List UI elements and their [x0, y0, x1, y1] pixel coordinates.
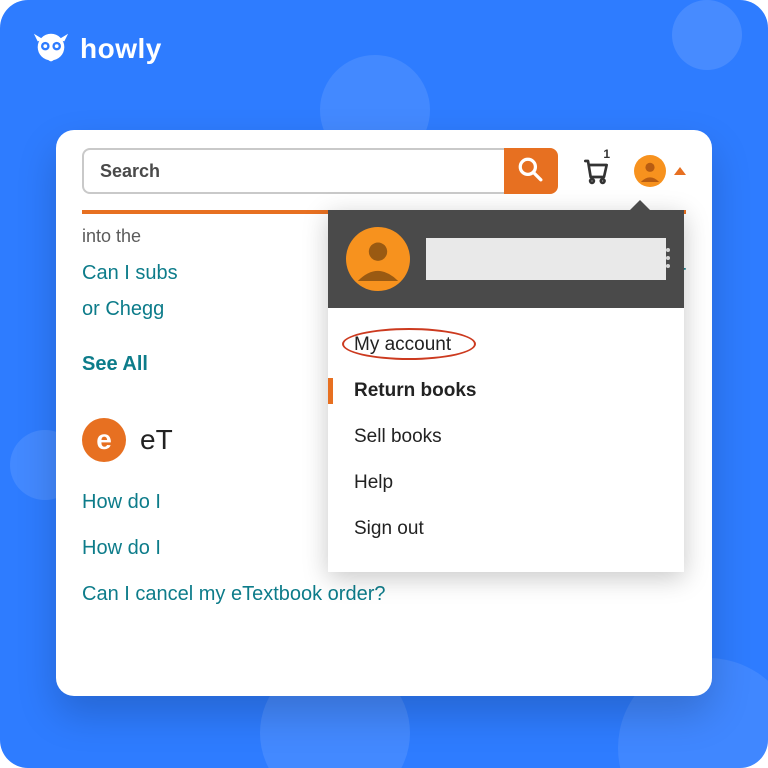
screenshot-card: 1 into the Can I subs lver or Chegg [56, 130, 712, 696]
avatar-icon [634, 155, 666, 187]
menu-item-label: Sell books [354, 426, 442, 447]
menu-item-label: Help [354, 472, 393, 493]
search-button[interactable] [504, 148, 558, 194]
menu-item-sell-books[interactable]: Sell books [328, 414, 684, 460]
menu-item-label: My account [354, 334, 451, 355]
menu-item-return-books[interactable]: Return books [328, 368, 684, 414]
menu-item-sign-out[interactable]: Sign out [328, 506, 684, 552]
etext-badge-icon: e [82, 418, 126, 462]
decor-circle [672, 0, 742, 70]
cart-count: 1 [603, 147, 610, 161]
faq-link[interactable]: Can I cancel my eTextbook order? [82, 576, 686, 612]
faq-link[interactable]: or Chegg [82, 298, 164, 320]
etext-label: eT [140, 424, 173, 456]
search-input[interactable] [84, 150, 504, 192]
account-menu-toggle[interactable] [634, 155, 686, 187]
search-field-wrap [82, 148, 504, 194]
outer-frame: howly [0, 0, 768, 768]
brand-name: howly [80, 33, 162, 65]
username-redacted [426, 238, 666, 280]
faq-link[interactable]: Can I subs [82, 262, 178, 284]
brand-logo: howly [32, 30, 162, 68]
search-icon [517, 156, 543, 187]
owl-icon [32, 30, 70, 68]
menu-item-my-account[interactable]: My account [328, 322, 684, 368]
cart-button[interactable]: 1 [576, 151, 616, 191]
menu-item-label: Sign out [354, 518, 424, 539]
chevron-up-icon [674, 167, 686, 175]
kebab-menu-icon[interactable] [666, 248, 670, 268]
avatar-icon [346, 227, 410, 291]
menu-item-label: Return books [354, 380, 476, 401]
account-dropdown: My account Return books Sell books Help … [328, 210, 684, 572]
top-bar: 1 [56, 130, 712, 208]
menu-item-help[interactable]: Help [328, 460, 684, 506]
dropdown-header [328, 210, 684, 308]
dropdown-list: My account Return books Sell books Help … [328, 308, 684, 572]
